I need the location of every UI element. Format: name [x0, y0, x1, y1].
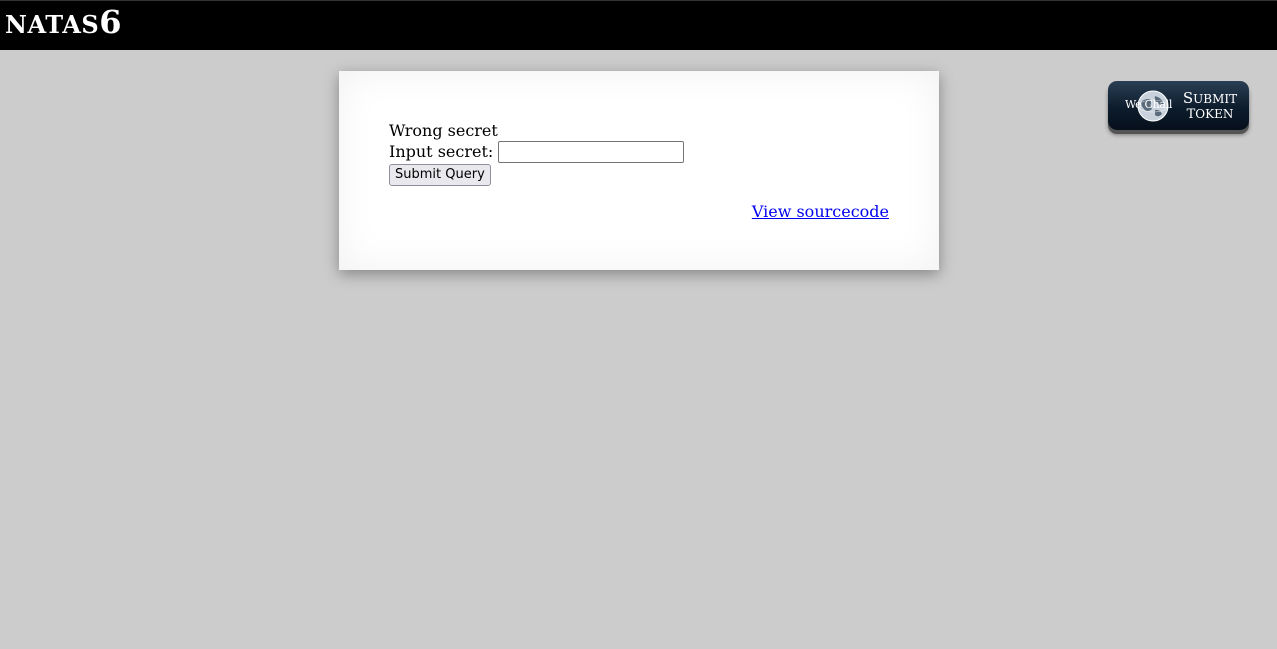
submit-query-button[interactable]: Submit Query	[389, 164, 491, 186]
wechall-logo-text: We Chall	[1125, 98, 1173, 111]
submit-rest: UBMIT	[1193, 92, 1238, 106]
token-rest: OKEN	[1195, 107, 1234, 121]
submit-token-label: SUBMIT TOKEN	[1180, 91, 1240, 123]
site-title-prefix: NATAS	[5, 10, 100, 39]
site-title-number: 6	[99, 3, 122, 41]
content-panel: Wrong secret Input secret: Submit Query …	[339, 71, 939, 270]
secret-input-label: Input secret:	[389, 142, 494, 161]
site-title: NATAS6	[5, 6, 122, 38]
result-message: Wrong secret	[389, 121, 498, 140]
submit-token-line1: SUBMIT	[1180, 91, 1240, 107]
submit-first-letter: S	[1182, 89, 1194, 107]
view-sourcecode-link[interactable]: View sourcecode	[752, 202, 889, 221]
header-bar: NATAS6	[0, 0, 1277, 50]
secret-form: Input secret:	[389, 140, 685, 163]
wechall-submit-token-button[interactable]: We Chall SUBMIT TOKEN	[1108, 81, 1249, 130]
submit-token-line2: TOKEN	[1180, 107, 1240, 122]
secret-input[interactable]	[498, 140, 685, 163]
token-first-letter: T	[1186, 107, 1196, 122]
